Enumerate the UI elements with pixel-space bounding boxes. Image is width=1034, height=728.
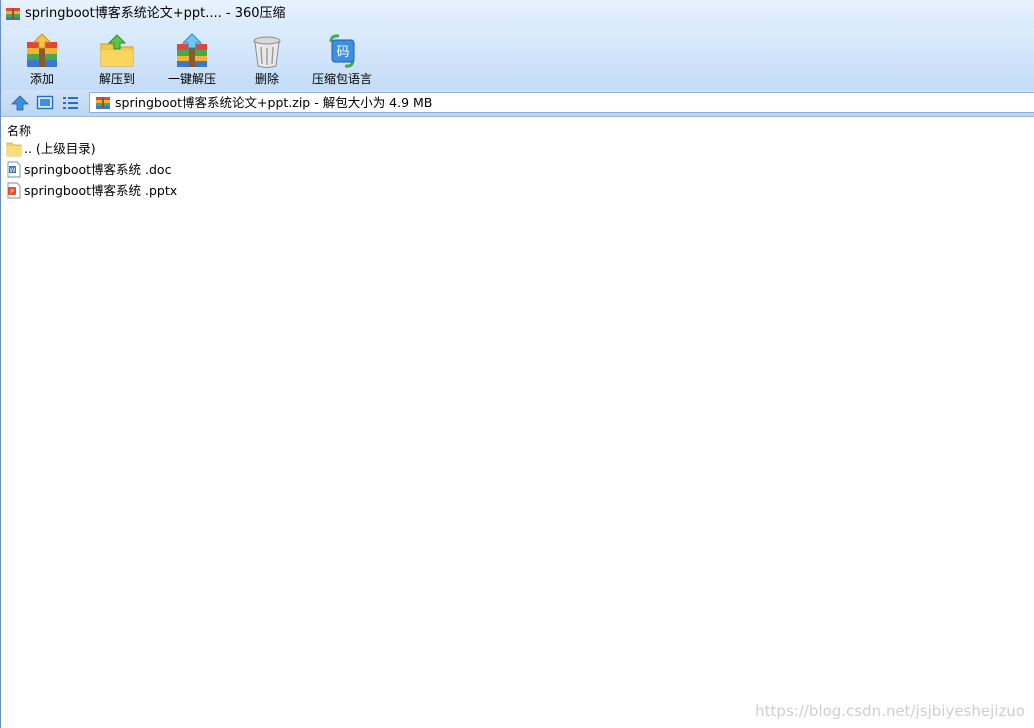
svg-text:码: 码 bbox=[336, 45, 349, 60]
trash-can-icon bbox=[253, 36, 281, 68]
svg-text:P: P bbox=[10, 189, 14, 196]
one-click-extract-button-label: 一键解压 bbox=[167, 72, 216, 86]
delete-button[interactable]: 删除 bbox=[232, 28, 302, 88]
address-bar[interactable]: springboot博客系统论文+ppt.zip - 解包大小为 4.9 MB bbox=[89, 92, 1034, 113]
word-document-icon: W bbox=[7, 161, 21, 178]
app-window: springboot博客系统论文+ppt.... - 360压缩 添加 解压到 bbox=[0, 0, 1034, 728]
file-list: 名称 .. (上级目录) W springboot博客系统 .doc P spr… bbox=[1, 117, 1034, 728]
list-item-name: springboot博客系统 .doc bbox=[24, 162, 172, 177]
list-item-name: springboot博客系统 .pptx bbox=[24, 183, 178, 198]
thumbnail-view-icon[interactable] bbox=[36, 94, 54, 112]
folder-icon bbox=[6, 142, 22, 157]
delete-button-label: 删除 bbox=[254, 72, 279, 86]
add-button[interactable]: 添加 bbox=[7, 28, 77, 88]
title-bar[interactable]: springboot博客系统论文+ppt.... - 360压缩 bbox=[1, 0, 1034, 28]
up-arrow-icon[interactable] bbox=[11, 94, 29, 112]
extract-to-folder-icon bbox=[100, 34, 134, 67]
powerpoint-file-icon: P bbox=[7, 182, 21, 199]
list-item-pptx[interactable]: P springboot博客系统 .pptx bbox=[1, 180, 301, 201]
one-click-extract-button[interactable]: 一键解压 bbox=[157, 28, 227, 88]
toolbar: 添加 解压到 一键解压 删除 码 压缩包语言 bbox=[1, 28, 1034, 90]
extract-to-button-label: 解压到 bbox=[98, 72, 135, 86]
watermark-text: https://blog.csdn.net/jsjbiyeshejizuo bbox=[755, 702, 1025, 720]
archive-language-button-label: 压缩包语言 bbox=[311, 72, 372, 86]
archive-language-icon: 码 bbox=[329, 34, 355, 68]
extract-to-button[interactable]: 解压到 bbox=[82, 28, 152, 88]
svg-text:W: W bbox=[10, 167, 16, 174]
add-button-label: 添加 bbox=[29, 72, 54, 86]
archive-file-icon bbox=[96, 97, 110, 109]
list-item-doc[interactable]: W springboot博客系统 .doc bbox=[1, 159, 301, 180]
list-item-parent-directory[interactable]: .. (上级目录) bbox=[1, 138, 301, 159]
address-text: springboot博客系统论文+ppt.zip - 解包大小为 4.9 MB bbox=[115, 95, 433, 110]
archive-language-button[interactable]: 码 压缩包语言 bbox=[307, 28, 377, 88]
column-header-label: 名称 bbox=[7, 124, 32, 138]
one-click-extract-icon bbox=[177, 33, 207, 67]
add-archive-icon bbox=[27, 33, 57, 67]
archive-app-icon bbox=[6, 8, 20, 20]
list-item-name: .. (上级目录) bbox=[24, 141, 96, 156]
window-title: springboot博客系统论文+ppt.... - 360压缩 bbox=[25, 6, 286, 21]
navigation-bar: springboot博客系统论文+ppt.zip - 解包大小为 4.9 MB bbox=[1, 90, 1034, 117]
list-view-icon[interactable] bbox=[61, 94, 79, 112]
